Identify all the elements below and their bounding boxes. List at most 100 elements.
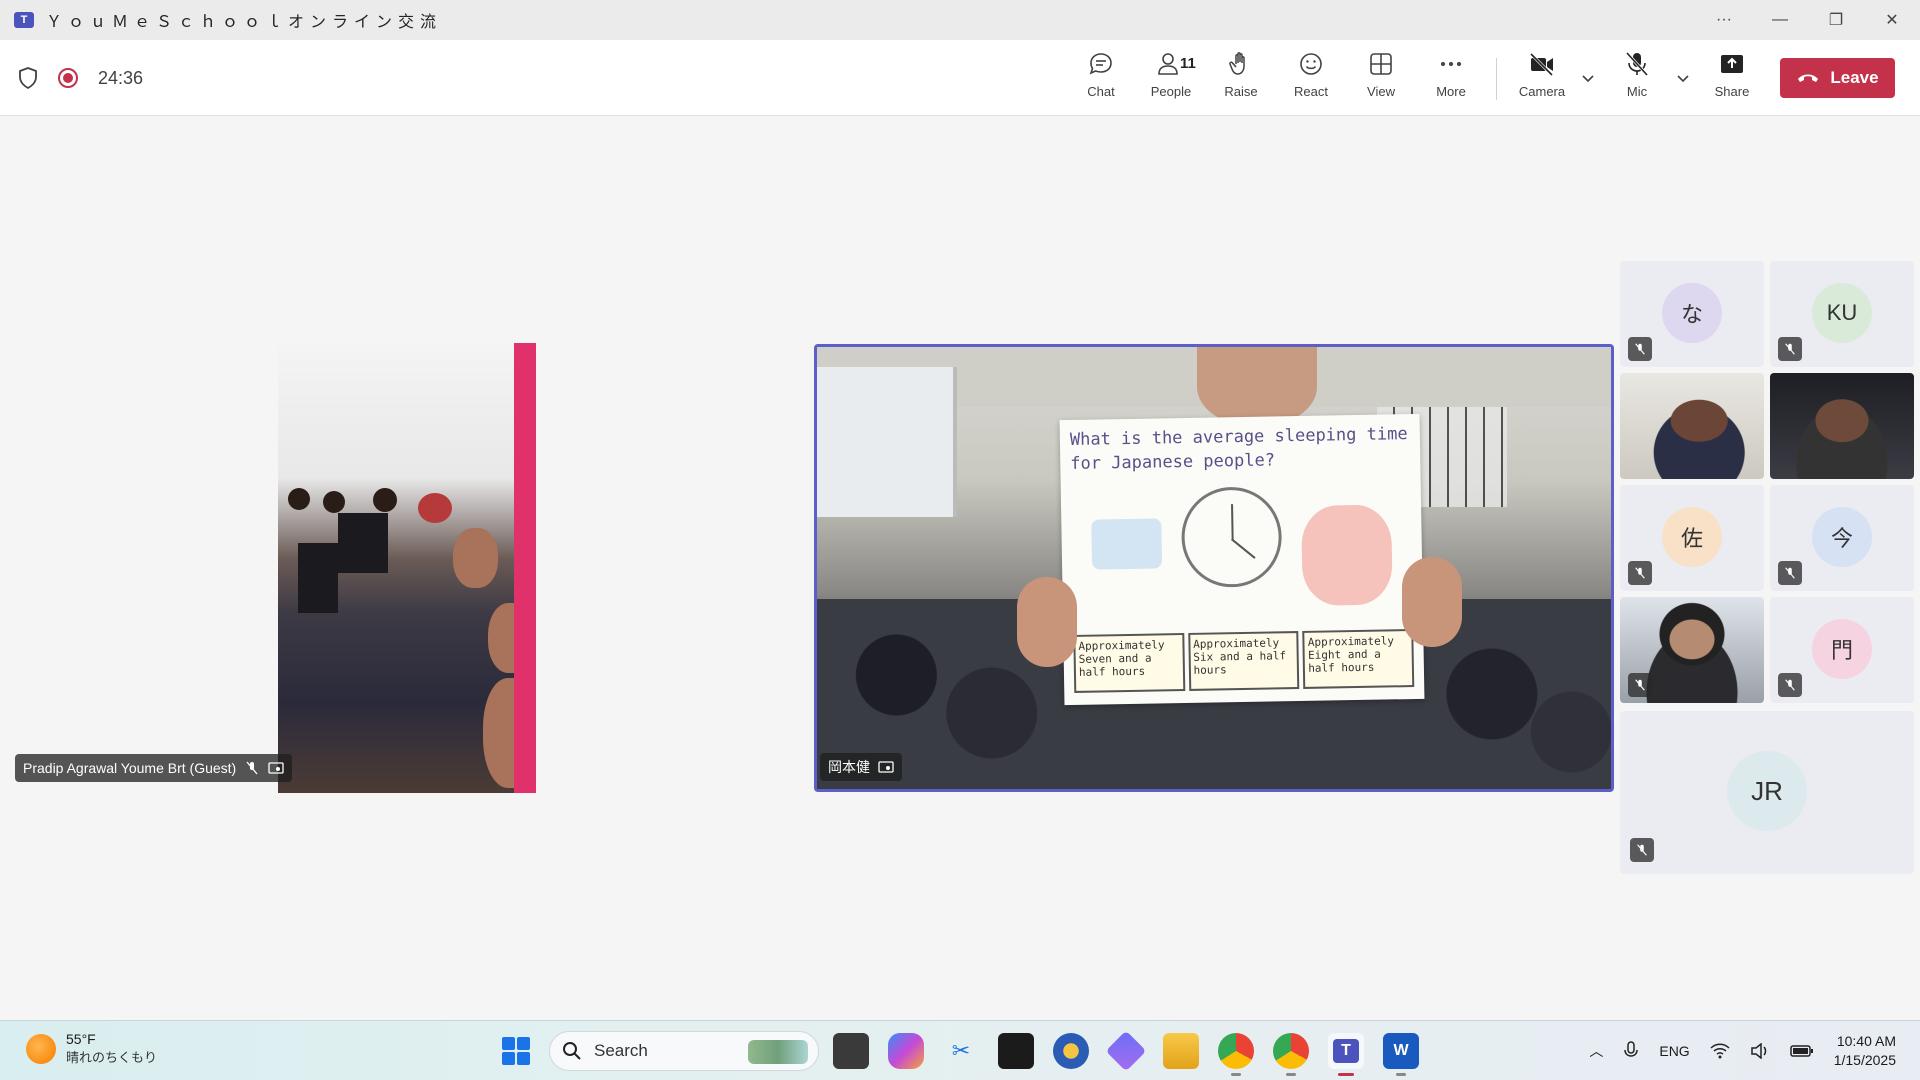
poster-answer-box: Approximately Six and a half hours: [1187, 631, 1300, 691]
computer-monitor: [298, 543, 338, 613]
phone-hangup-icon: [1798, 74, 1819, 82]
mic-off-icon: [246, 761, 258, 775]
more-button[interactable]: More: [1419, 50, 1483, 108]
student-head: [288, 488, 310, 510]
student-head: [373, 488, 397, 512]
poster-drawing: [1091, 518, 1163, 570]
screen-share-icon: [878, 761, 894, 773]
more-label: More: [1436, 84, 1466, 99]
window-title: ＹｏｕＭｅＳｃｈｏｏｌオンライン交流: [46, 14, 443, 31]
windows-start-icon[interactable]: [502, 1037, 530, 1065]
shield-icon[interactable]: [18, 67, 38, 89]
gallery-video-tile[interactable]: [1620, 597, 1764, 703]
participant-video-main[interactable]: What is the average sleeping time for Ja…: [814, 344, 1614, 792]
mic-options-chevron-icon[interactable]: [1675, 70, 1691, 86]
snipping-tool-icon[interactable]: ✂: [943, 1033, 979, 1069]
microphone-icon[interactable]: [1623, 1041, 1639, 1061]
close-button[interactable]: ✕: [1864, 0, 1920, 40]
gallery-video-tile[interactable]: [1620, 373, 1764, 479]
view-button[interactable]: View: [1349, 50, 1413, 108]
gallery-tile[interactable]: KU: [1770, 261, 1914, 367]
camera-button[interactable]: Camera: [1510, 50, 1574, 108]
mic-off-icon: [1628, 561, 1652, 585]
media-player-icon[interactable]: [1053, 1033, 1089, 1069]
copilot-icon[interactable]: [888, 1033, 924, 1069]
recording-icon: [58, 68, 78, 88]
participant-avatar: 佐: [1662, 507, 1722, 567]
weather-description: 晴れのちくもり: [66, 1050, 158, 1065]
participant-avatar: KU: [1812, 283, 1872, 343]
app-icon[interactable]: [1105, 1030, 1147, 1072]
task-view-icon[interactable]: [833, 1033, 869, 1069]
poster-drawing: [1301, 504, 1393, 606]
question-poster: What is the average sleeping time for Ja…: [1059, 413, 1425, 706]
chevron-up-icon[interactable]: ︿: [1589, 1041, 1603, 1061]
title-bar: T ＹｏｕＭｅＳｃｈｏｏｌオンライン交流 ··· — ❐ ✕: [0, 0, 1920, 40]
gallery-video-tile[interactable]: [1770, 373, 1914, 479]
share-button[interactable]: Share: [1700, 50, 1764, 108]
mic-off-icon: [1630, 838, 1654, 862]
gallery-tile[interactable]: な: [1620, 261, 1764, 367]
minimize-button[interactable]: —: [1752, 0, 1808, 40]
language-indicator[interactable]: ENG: [1659, 1043, 1689, 1059]
camera-options-chevron-icon[interactable]: [1580, 70, 1596, 86]
word-icon[interactable]: W: [1383, 1033, 1419, 1076]
hand-icon: [1229, 52, 1245, 75]
react-button[interactable]: React: [1279, 50, 1343, 108]
mic-off-icon: [1628, 673, 1652, 697]
mic-off-icon: [1778, 561, 1802, 585]
leave-label: Leave: [1830, 68, 1879, 87]
gallery-tile[interactable]: JR: [1620, 711, 1914, 874]
main-participant-name-tag: 岡本健: [820, 753, 902, 781]
volume-icon[interactable]: [1750, 1043, 1770, 1059]
toolbar-divider: [1496, 58, 1497, 100]
screen-share-icon: [268, 762, 284, 774]
participant-video: [1770, 373, 1914, 479]
poster-clock-drawing: [1180, 486, 1283, 589]
react-label: React: [1294, 84, 1328, 99]
participant-video-left[interactable]: [278, 343, 536, 793]
taskbar-clock[interactable]: 10:40 AM 1/15/2025: [1834, 1032, 1896, 1070]
share-icon: [1721, 55, 1743, 73]
participant-avatar: 今: [1812, 507, 1872, 567]
weather-widget[interactable]: 55°F 晴れのちくもり: [26, 1031, 157, 1066]
computer-monitor: [338, 513, 388, 573]
participant-video: [1620, 373, 1764, 479]
mic-button[interactable]: Mic: [1605, 50, 1669, 108]
share-label: Share: [1714, 84, 1750, 99]
student-head: [418, 493, 452, 523]
taskbar-search[interactable]: Search: [549, 1031, 819, 1071]
sticky-notes-icon[interactable]: [998, 1033, 1034, 1069]
participant-avatar: 門: [1812, 619, 1872, 679]
leave-button[interactable]: Leave: [1780, 58, 1895, 98]
chat-button[interactable]: Chat: [1069, 50, 1133, 108]
weather-icon: [26, 1033, 56, 1064]
grid-view-icon: [1370, 53, 1392, 75]
weather-temperature: 55°F: [66, 1031, 96, 1047]
restore-button[interactable]: ❐: [1808, 0, 1864, 40]
ellipsis-icon: [1441, 62, 1461, 66]
battery-icon[interactable]: [1789, 1044, 1814, 1058]
raise-hand-button[interactable]: Raise: [1209, 50, 1273, 108]
poster-answer-box: Approximately Eight and a half hours: [1302, 629, 1415, 689]
student-hand: [1402, 557, 1462, 647]
wifi-icon[interactable]: [1710, 1043, 1730, 1059]
teams-taskbar-icon[interactable]: T: [1328, 1033, 1364, 1076]
gallery-tile[interactable]: 門: [1770, 597, 1914, 703]
main-participant-name: 岡本健: [828, 759, 870, 775]
chrome-profile-icon[interactable]: [1273, 1033, 1309, 1076]
participant-name-tag: Pradip Agrawal Youme Brt (Guest): [15, 754, 293, 782]
more-options-button[interactable]: ···: [1696, 0, 1752, 40]
gallery-tile[interactable]: 佐: [1620, 485, 1764, 591]
people-count-badge: 11: [1180, 55, 1196, 72]
mic-label: Mic: [1626, 84, 1648, 99]
system-tray: ︿ ENG 10:40 AM 1/15/2025: [1589, 1021, 1896, 1080]
chat-label: Chat: [1087, 84, 1115, 99]
poster-answer-box: Approximately Seven and a half hours: [1073, 633, 1185, 693]
people-button[interactable]: 11 People: [1139, 50, 1203, 108]
chrome-icon[interactable]: [1218, 1033, 1254, 1076]
classroom-window: [817, 367, 957, 517]
gallery-tile[interactable]: 今: [1770, 485, 1914, 591]
file-explorer-icon[interactable]: [1163, 1033, 1199, 1069]
participant-avatar: JR: [1727, 751, 1807, 831]
